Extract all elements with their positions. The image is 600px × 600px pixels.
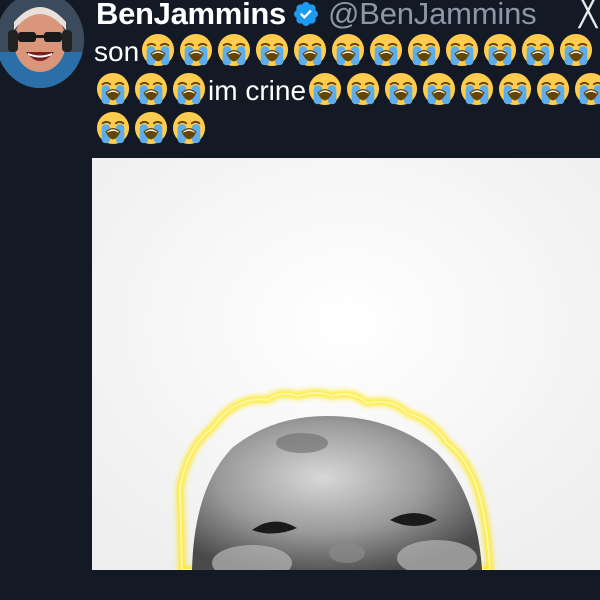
loudly-crying-face-icon [179, 33, 213, 67]
author-display-name[interactable]: BenJammins [96, 0, 286, 32]
loudly-crying-face-icon [331, 33, 365, 67]
loudly-crying-face-icon [308, 72, 342, 106]
loudly-crying-face-icon [407, 33, 441, 67]
avatar-image [0, 0, 84, 88]
verified-badge-icon [292, 0, 320, 28]
loudly-crying-face-icon [255, 33, 289, 67]
loudly-crying-face-icon [384, 72, 418, 106]
loudly-crying-face-icon [134, 72, 168, 106]
loudly-crying-face-icon [96, 72, 130, 106]
close-icon[interactable]: ╳ [574, 0, 600, 30]
author-handle[interactable]: @BenJammins [328, 0, 537, 32]
baby-photo [92, 158, 600, 570]
loudly-crying-face-icon [217, 33, 251, 67]
loudly-crying-face-icon [559, 33, 593, 67]
loudly-crying-face-icon [134, 111, 168, 145]
tweet-text-segment: im crine [208, 75, 307, 106]
loudly-crying-face-icon [172, 111, 206, 145]
loudly-crying-face-icon [483, 33, 517, 67]
tweet-card: BenJammins @BenJammins ╳ son im crine [0, 0, 600, 600]
loudly-crying-face-icon [369, 33, 403, 67]
loudly-crying-face-icon [521, 33, 555, 67]
loudly-crying-face-icon [422, 72, 456, 106]
loudly-crying-face-icon [96, 111, 130, 145]
loudly-crying-face-icon [293, 33, 327, 67]
loudly-crying-face-icon [498, 72, 532, 106]
tweet-header: BenJammins @BenJammins [96, 0, 537, 34]
tweet-text-segment: son [94, 36, 140, 67]
loudly-crying-face-icon [445, 33, 479, 67]
tweet-text: son im crine [94, 32, 600, 149]
loudly-crying-face-icon [346, 72, 380, 106]
tweet-media[interactable] [92, 158, 600, 570]
avatar[interactable] [0, 0, 84, 88]
loudly-crying-face-icon [141, 33, 175, 67]
loudly-crying-face-icon [574, 72, 600, 106]
loudly-crying-face-icon [172, 72, 206, 106]
loudly-crying-face-icon [536, 72, 570, 106]
loudly-crying-face-icon [460, 72, 494, 106]
